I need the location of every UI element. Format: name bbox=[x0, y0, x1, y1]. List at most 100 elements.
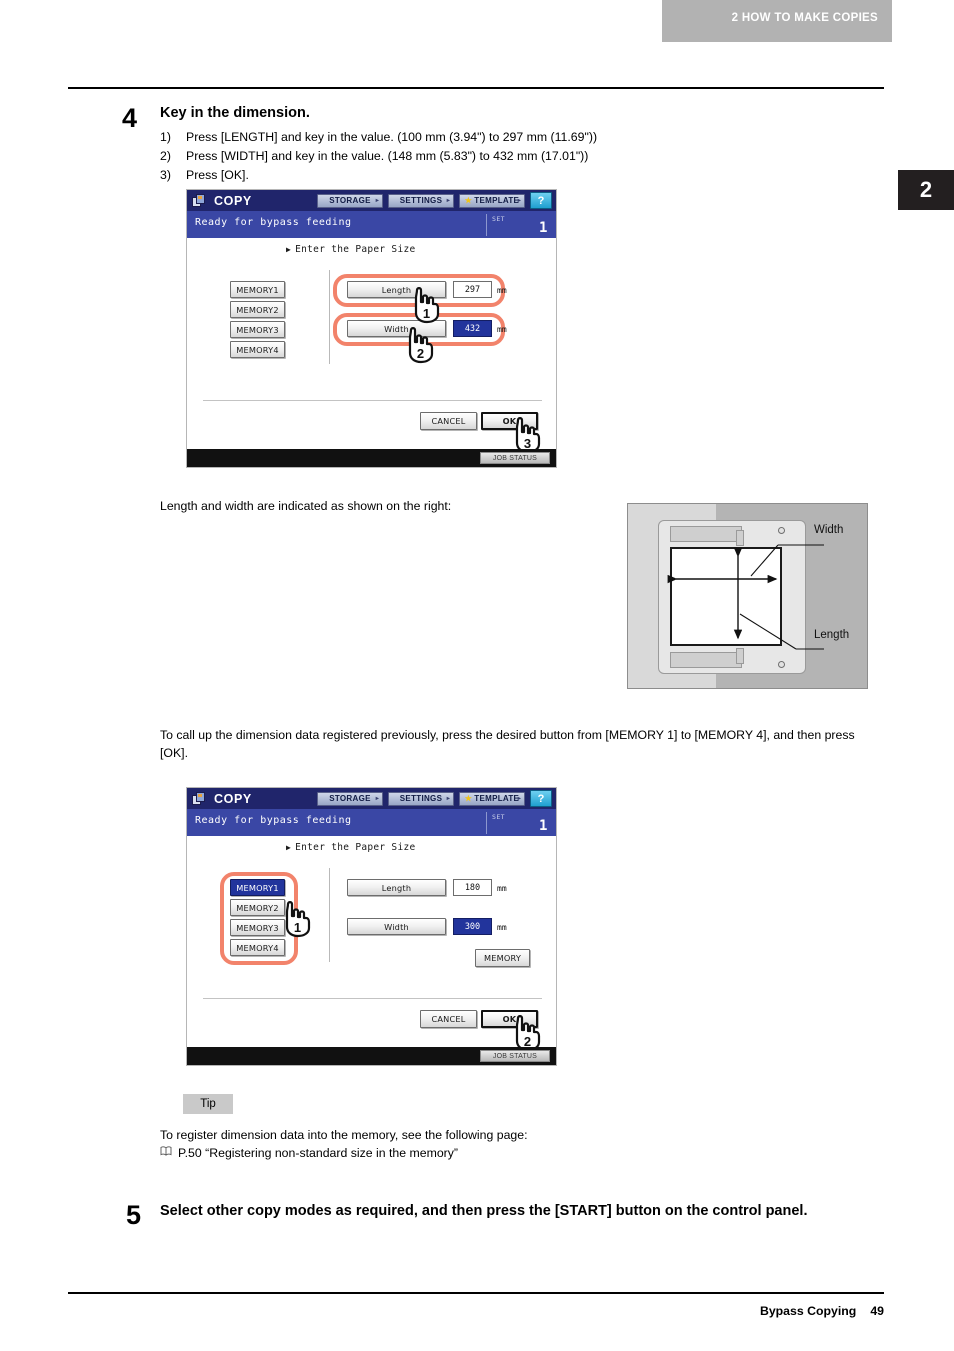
caption-memory-recall: To call up the dimension data registered… bbox=[160, 728, 855, 760]
tip-line-1: To register dimension data into the memo… bbox=[160, 1128, 528, 1142]
footer-divider bbox=[68, 1292, 884, 1294]
panel-prompt-text: Enter the Paper Size bbox=[295, 842, 416, 853]
hand-pointer-1: 1 bbox=[280, 900, 314, 944]
running-head-bar: 2 HOW TO MAKE COPIES bbox=[662, 0, 892, 42]
length-unit: mm bbox=[497, 286, 507, 295]
memory-button-3[interactable]: MEMORY3 bbox=[230, 321, 285, 338]
substep-text: Press [LENGTH] and key in the value. (10… bbox=[186, 130, 598, 144]
copy-icon bbox=[192, 194, 207, 207]
book-icon bbox=[160, 1146, 172, 1156]
width-unit: mm bbox=[497, 325, 507, 334]
running-head-text: 2 HOW TO MAKE COPIES bbox=[731, 12, 878, 24]
copy-icon bbox=[192, 792, 207, 805]
panel-horizontal-divider bbox=[203, 400, 542, 401]
star-icon: ★ bbox=[464, 794, 473, 803]
hand-pointer-badge-1: 1 bbox=[423, 306, 430, 321]
set-divider bbox=[486, 214, 487, 236]
job-status-button[interactable]: JOB STATUS bbox=[480, 452, 550, 464]
step-4-substep-2: 2) Press [WIDTH] and key in the value. (1… bbox=[160, 147, 588, 166]
substep-text: Press [WIDTH] and key in the value. (148… bbox=[186, 149, 589, 163]
memory-button-4[interactable]: MEMORY4 bbox=[230, 939, 285, 956]
set-divider bbox=[486, 812, 487, 834]
storage-tab-label: STORAGE bbox=[329, 196, 371, 205]
footer: Bypass Copying 49 bbox=[760, 1304, 884, 1318]
top-divider bbox=[68, 87, 884, 89]
width-button[interactable]: Width bbox=[347, 918, 446, 935]
template-tab-button[interactable]: ★ TEMPLATE ▸ bbox=[459, 193, 525, 208]
settings-tab-button[interactable]: SETTINGS ▸ bbox=[388, 193, 454, 208]
chevron-right-icon: ▸ bbox=[375, 796, 379, 802]
set-value: 1 bbox=[539, 818, 548, 834]
panel-body: ▶ Enter the Paper Size MEMORY1 MEMORY2 ME… bbox=[187, 238, 556, 454]
cancel-button[interactable]: CANCEL bbox=[420, 1010, 477, 1028]
chapter-tab: 2 bbox=[898, 170, 954, 210]
copier-panel-screenshot-2: COPY STORAGE ▸ SETTINGS ▸ ★ TEMPLATE ▸ ?… bbox=[186, 787, 557, 1066]
template-tab-label: TEMPLATE bbox=[474, 196, 520, 205]
memory-button-3[interactable]: MEMORY3 bbox=[230, 919, 285, 936]
chevron-right-icon: ▸ bbox=[517, 198, 521, 204]
memory-button-4[interactable]: MEMORY4 bbox=[230, 341, 285, 358]
length-value[interactable]: 180 bbox=[453, 879, 492, 896]
panel-top-button-group: STORAGE ▸ SETTINGS ▸ ★ TEMPLATE ▸ ? bbox=[317, 790, 556, 807]
template-tab-button[interactable]: ★ TEMPLATE ▸ bbox=[459, 791, 525, 806]
settings-tab-button[interactable]: SETTINGS ▸ bbox=[388, 791, 454, 806]
help-button[interactable]: ? bbox=[530, 790, 552, 807]
width-value[interactable]: 432 bbox=[453, 320, 492, 337]
set-label: SET bbox=[492, 813, 505, 821]
width-unit: mm bbox=[497, 923, 507, 932]
substep-text: Press [OK]. bbox=[186, 168, 249, 182]
memory-button-2[interactable]: MEMORY2 bbox=[230, 899, 285, 916]
panel-titlebar: COPY STORAGE ▸ SETTINGS ▸ ★ TEMPLATE ▸ ? bbox=[187, 190, 556, 211]
panel-horizontal-divider bbox=[203, 998, 542, 999]
length-button[interactable]: Length bbox=[347, 879, 446, 896]
step-4-title: Key in the dimension. bbox=[160, 105, 310, 121]
panel-status-message: Ready for bypass feeding bbox=[195, 217, 352, 228]
memory-button-1[interactable]: MEMORY1 bbox=[230, 879, 285, 896]
star-icon: ★ bbox=[464, 196, 473, 205]
cancel-button[interactable]: CANCEL bbox=[420, 412, 477, 430]
panel-prompt: ▶ Enter the Paper Size bbox=[286, 842, 416, 853]
chevron-right-icon: ▸ bbox=[446, 198, 450, 204]
tray-dimension-illustration: Width Length bbox=[627, 503, 868, 689]
panel-app-title: COPY bbox=[214, 791, 252, 806]
panel-vertical-divider bbox=[329, 868, 330, 962]
hand-pointer-badge-1: 1 bbox=[294, 920, 301, 935]
length-value[interactable]: 297 bbox=[453, 281, 492, 298]
width-value[interactable]: 300 bbox=[453, 918, 492, 935]
panel-statusbar: Ready for bypass feeding SET 1 bbox=[187, 809, 556, 836]
job-status-button[interactable]: JOB STATUS bbox=[480, 1050, 550, 1062]
hand-pointer-2: 2 bbox=[403, 326, 437, 370]
set-value: 1 bbox=[539, 220, 548, 236]
step-4-number: 4 bbox=[122, 103, 138, 133]
panel-body: ▶ Enter the Paper Size MEMORY1 MEMORY2 ME… bbox=[187, 836, 556, 1052]
settings-tab-label: SETTINGS bbox=[399, 196, 443, 205]
length-label: Length bbox=[814, 629, 850, 641]
step-5-title: Select other copy modes as required, and… bbox=[160, 1203, 808, 1219]
substep-marker: 3) bbox=[160, 168, 171, 182]
panel-statusbar: Ready for bypass feeding SET 1 bbox=[187, 211, 556, 238]
tip-badge: Tip bbox=[183, 1094, 233, 1114]
width-label: Width bbox=[814, 524, 844, 536]
panel-footer: JOB STATUS bbox=[187, 1047, 556, 1065]
hand-pointer-badge-2: 2 bbox=[417, 346, 424, 361]
caption-length-width: Length and width are indicated as shown … bbox=[160, 499, 452, 513]
set-label: SET bbox=[492, 215, 505, 223]
storage-tab-button[interactable]: STORAGE ▸ bbox=[317, 193, 383, 208]
panel-vertical-divider bbox=[329, 270, 330, 364]
memory-button-1[interactable]: MEMORY1 bbox=[230, 281, 285, 298]
storage-tab-button[interactable]: STORAGE ▸ bbox=[317, 791, 383, 806]
hand-pointer-1: 1 bbox=[409, 286, 443, 330]
help-button[interactable]: ? bbox=[530, 192, 552, 209]
chevron-right-icon: ▸ bbox=[517, 796, 521, 802]
template-tab-label: TEMPLATE bbox=[474, 794, 520, 803]
memory-button-2[interactable]: MEMORY2 bbox=[230, 301, 285, 318]
chevron-right-icon: ▸ bbox=[375, 198, 379, 204]
bullet-arrow-icon: ▶ bbox=[286, 245, 292, 254]
panel-prompt: ▶ Enter the Paper Size bbox=[286, 244, 416, 255]
storage-tab-label: STORAGE bbox=[329, 794, 371, 803]
memory-save-button[interactable]: MEMORY bbox=[475, 949, 530, 967]
panel-status-message: Ready for bypass feeding bbox=[195, 815, 352, 826]
substep-marker: 2) bbox=[160, 149, 171, 163]
step-4-substep-1: 1) Press [LENGTH] and key in the value. (… bbox=[160, 128, 597, 147]
footer-section: Bypass Copying bbox=[759, 1304, 857, 1318]
